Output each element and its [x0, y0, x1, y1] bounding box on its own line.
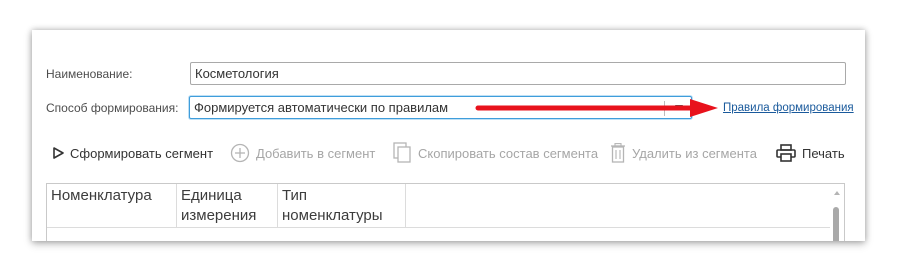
scrollbar-thumb[interactable] [833, 207, 839, 241]
header-divider [47, 227, 830, 228]
column-header-type[interactable]: Тип номенклатуры [278, 184, 406, 227]
remove-from-segment-button[interactable]: Удалить из сегмента [610, 142, 757, 164]
generate-segment-button[interactable]: Сформировать сегмент [52, 142, 213, 164]
vertical-scrollbar[interactable] [830, 184, 844, 241]
red-arrow-annotation [475, 99, 718, 117]
copy-icon [392, 142, 412, 164]
segment-form-panel: Наименование: Косметология Способ формир… [32, 30, 865, 241]
scroll-up-icon[interactable] [834, 191, 840, 195]
name-field[interactable]: Косметология [190, 62, 846, 85]
method-label: Способ формирования: [46, 101, 179, 115]
add-to-segment-label: Добавить в сегмент [256, 145, 376, 161]
copy-segment-button[interactable]: Скопировать состав сегмента [392, 142, 598, 164]
print-label: Печать [802, 145, 845, 161]
add-circle-icon [230, 143, 250, 163]
method-select-value: Формируется автоматически по правилам [194, 100, 449, 115]
generate-segment-label: Сформировать сегмент [70, 145, 214, 161]
column-header-nomenclature[interactable]: Номенклатура [47, 184, 177, 227]
name-label: Наименование: [46, 67, 133, 81]
segment-table[interactable]: Номенклатура Единица измерения Тип номен… [46, 183, 845, 241]
column-header-unit[interactable]: Единица измерения [177, 184, 278, 227]
trash-icon [610, 143, 626, 163]
copy-segment-label: Скопировать состав сегмента [418, 145, 599, 161]
remove-from-segment-label: Удалить из сегмента [632, 145, 757, 161]
printer-icon [776, 144, 796, 162]
add-to-segment-button[interactable]: Добавить в сегмент [230, 142, 375, 164]
print-button[interactable]: Печать [776, 142, 845, 164]
name-field-value: Косметология [195, 66, 279, 81]
rules-link[interactable]: Правила формирования [723, 102, 854, 114]
play-icon [52, 147, 64, 159]
